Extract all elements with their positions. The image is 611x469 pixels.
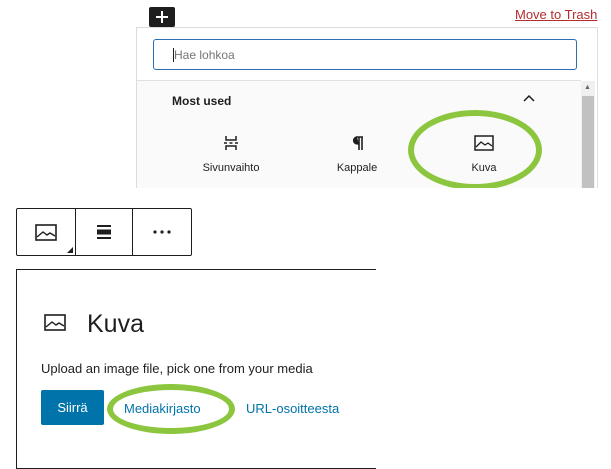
paragraph-icon bbox=[352, 136, 363, 150]
dropdown-corner-icon bbox=[67, 247, 73, 253]
block-title: Kuva bbox=[87, 310, 144, 338]
highlight-circle-media-library bbox=[107, 384, 235, 434]
block-label: Sivunvaihto bbox=[202, 162, 260, 174]
block-item-kappale[interactable]: Kappale bbox=[307, 134, 407, 174]
block-description: Upload an image file, pick one from your… bbox=[41, 361, 313, 376]
change-block-type-button[interactable] bbox=[17, 209, 75, 255]
panel-edge bbox=[597, 27, 598, 188]
move-to-trash-link[interactable]: Move to Trash bbox=[515, 7, 597, 22]
block-item-sivunvaihto[interactable]: Sivunvaihto bbox=[181, 134, 281, 174]
gap bbox=[0, 188, 611, 208]
block-toolbar bbox=[16, 208, 192, 256]
block-label: Kappale bbox=[336, 162, 378, 174]
add-block-button[interactable] bbox=[149, 7, 175, 27]
text-caret bbox=[173, 48, 174, 62]
scroll-up-arrow-icon[interactable]: ▲ bbox=[584, 84, 591, 91]
highlight-circle-kuva bbox=[408, 110, 542, 190]
insert-from-url-button[interactable]: URL-osoitteesta bbox=[246, 401, 339, 416]
image-icon bbox=[44, 314, 66, 331]
plus-icon bbox=[156, 11, 168, 23]
more-options-icon bbox=[153, 230, 171, 234]
chevron-up-icon[interactable] bbox=[522, 92, 536, 106]
page-break-icon bbox=[224, 136, 238, 150]
align-button[interactable] bbox=[76, 209, 132, 255]
image-icon bbox=[35, 223, 57, 241]
scrollbar-thumb[interactable] bbox=[582, 96, 594, 188]
category-title: Most used bbox=[172, 94, 232, 108]
align-icon bbox=[97, 225, 111, 239]
block-search-input[interactable]: Hae lohkoa bbox=[153, 39, 577, 70]
search-placeholder: Hae lohkoa bbox=[174, 47, 235, 62]
more-options-button[interactable] bbox=[133, 209, 191, 255]
upload-button[interactable]: Siirrä bbox=[41, 390, 104, 425]
